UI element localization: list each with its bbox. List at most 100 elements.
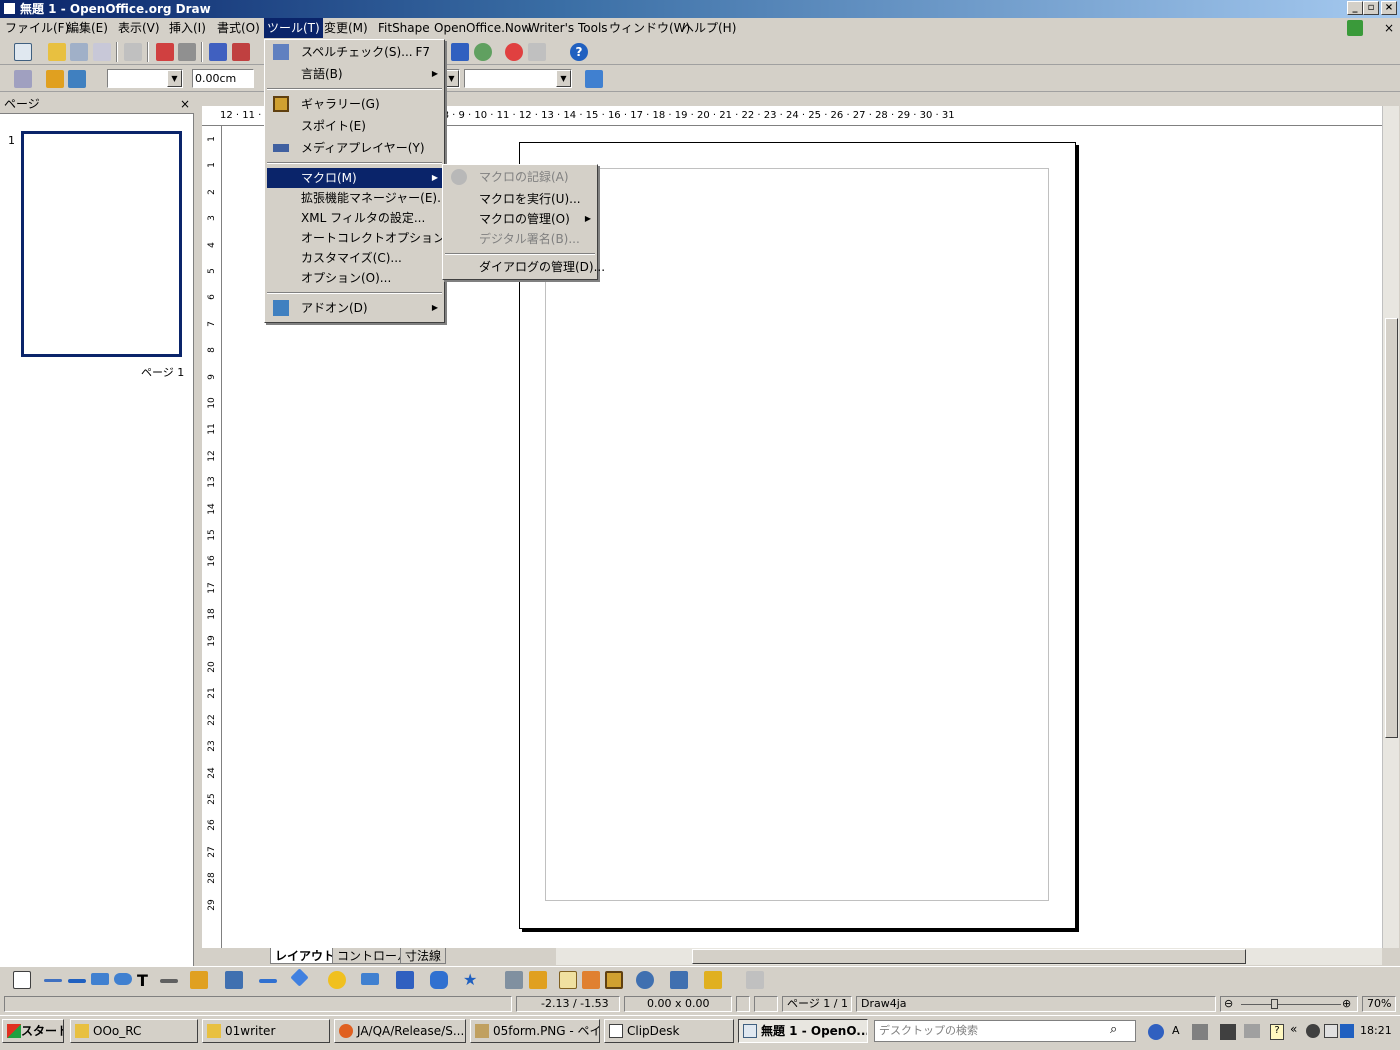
new-document-icon[interactable] — [14, 43, 32, 61]
export-pdf-icon[interactable] — [156, 43, 174, 61]
search-icon[interactable]: ⌕ — [1110, 1022, 1128, 1040]
task-clipdesk[interactable]: ClipDesk — [604, 1019, 734, 1043]
stars-icon[interactable]: ★ — [463, 971, 481, 989]
ellipse-icon[interactable] — [114, 973, 132, 985]
curve-icon[interactable] — [190, 971, 208, 989]
points-icon[interactable] — [505, 971, 523, 989]
select-icon[interactable] — [13, 971, 31, 989]
rectangle-icon[interactable] — [91, 973, 109, 985]
text-icon[interactable]: T — [137, 971, 155, 990]
menu-file[interactable]: ファイル(F) — [2, 18, 72, 38]
zoom-in-icon[interactable]: ⊕ — [1342, 997, 1351, 1011]
spellcheck-icon[interactable] — [209, 43, 227, 61]
menu-tools[interactable]: ツール(T) — [264, 18, 323, 38]
tray-pen-icon[interactable] — [1220, 1024, 1236, 1040]
vertical-ruler[interactable]: 1 1 2 3 4 5 6 7 8 9 10 11 12 13 14 15 16 17 18 19 20 21 22 23 24… — [202, 126, 222, 948]
arrange-icon[interactable] — [704, 971, 722, 989]
rotate-icon[interactable] — [636, 971, 654, 989]
shadow-icon[interactable] — [585, 70, 603, 88]
menu-format[interactable]: 書式(O) — [214, 18, 263, 38]
task-ooo-rc[interactable]: OOo_RC — [70, 1019, 198, 1043]
task-01writer[interactable]: 01writer — [202, 1019, 330, 1043]
chart-icon[interactable] — [451, 43, 469, 61]
gallery-toolbar-icon[interactable] — [605, 971, 623, 989]
tray-help-icon[interactable]: ? — [1270, 1024, 1284, 1040]
symbol-shapes-icon[interactable] — [328, 971, 346, 989]
tray-book-icon[interactable] — [1324, 1024, 1338, 1038]
menu-item-organize-macros[interactable]: マクロの管理(O) ▶ — [445, 209, 595, 229]
area-style-select[interactable]: ▼ — [464, 69, 572, 88]
menu-item-media-player[interactable]: メディアプレイヤー(Y) — [267, 138, 442, 158]
vertical-scroll-thumb[interactable] — [1385, 318, 1398, 738]
draw-functions-icon[interactable] — [505, 43, 523, 61]
menu-item-spellcheck[interactable]: スペルチェック(S)... F7 — [267, 42, 442, 62]
navigator-icon[interactable] — [474, 43, 492, 61]
menu-item-addons[interactable]: アドオン(D) ▶ — [267, 298, 442, 318]
tray-globe-icon[interactable] — [1148, 1024, 1164, 1040]
desktop-search-input[interactable]: デスクトップの検索 — [874, 1020, 1136, 1042]
menu-help[interactable]: ヘルプ(H) — [679, 18, 739, 38]
line-icon[interactable] — [46, 70, 64, 88]
edit-file-icon[interactable] — [124, 43, 142, 61]
insert-image-icon[interactable] — [582, 971, 600, 989]
task-firefox[interactable]: JA/QA/Release/S... — [334, 1019, 466, 1043]
open-icon[interactable] — [48, 43, 66, 61]
tray-search-icon[interactable] — [1306, 1024, 1320, 1038]
vertical-scrollbar[interactable] — [1382, 106, 1399, 948]
minimize-button[interactable]: _ — [1347, 1, 1363, 15]
tab-dimension-lines[interactable]: 寸法線 — [400, 948, 447, 964]
tray-network-icon[interactable] — [1340, 1024, 1354, 1038]
menu-item-xml-filter[interactable]: XML フィルタの設定... — [267, 208, 442, 228]
menu-insert[interactable]: 挿入(I) — [166, 18, 209, 38]
close-document-icon[interactable]: × — [1384, 18, 1394, 39]
save-icon[interactable] — [70, 43, 88, 61]
menu-item-run-macro[interactable]: マクロを実行(U)... — [445, 189, 595, 209]
update-icon[interactable] — [1347, 20, 1363, 36]
zoom-slider-handle[interactable] — [1271, 999, 1278, 1009]
zoom-icon[interactable] — [528, 43, 546, 61]
arrow-style-icon[interactable] — [68, 70, 86, 88]
flowchart-icon[interactable] — [396, 971, 414, 989]
tray-keyboard-icon[interactable] — [1244, 1024, 1260, 1038]
menu-item-customize[interactable]: カスタマイズ(C)... — [267, 248, 442, 268]
menu-item-eyedropper[interactable]: スポイト(E) — [267, 116, 442, 136]
close-pane-icon[interactable]: × — [180, 94, 190, 114]
menu-writers-tools[interactable]: Writer's Tools — [525, 18, 611, 38]
tray-expand-icon[interactable]: « — [1290, 1022, 1297, 1036]
status-insert-mode[interactable] — [736, 996, 750, 1012]
horizontal-scrollbar[interactable] — [556, 948, 1382, 965]
horizontal-scroll-thumb[interactable] — [692, 949, 1246, 964]
autospellcheck-icon[interactable] — [232, 43, 250, 61]
glue-points-icon[interactable] — [529, 971, 547, 989]
connector-line-icon[interactable] — [160, 979, 178, 983]
extrusion-icon[interactable] — [746, 971, 764, 989]
alignment-icon[interactable] — [670, 971, 688, 989]
status-selection-mode[interactable] — [754, 996, 778, 1012]
maximize-button[interactable]: ▫ — [1363, 1, 1379, 15]
lines-arrows-icon[interactable] — [259, 979, 277, 983]
line-arrow-icon[interactable] — [68, 979, 86, 983]
status-zoom[interactable]: 70% — [1362, 996, 1396, 1012]
menu-edit[interactable]: 編集(E) — [64, 18, 111, 38]
fontwork-icon[interactable] — [559, 971, 577, 989]
callouts-icon[interactable] — [430, 971, 448, 989]
menu-item-options[interactable]: オプション(O)... — [267, 268, 442, 288]
connector-icon[interactable] — [225, 971, 243, 989]
menu-item-autocorrect[interactable]: オートコレクトオプション(A)... — [267, 228, 474, 248]
styles-icon[interactable] — [14, 70, 32, 88]
tray-tools-icon[interactable] — [1192, 1024, 1208, 1040]
zoom-out-icon[interactable]: ⊖ — [1224, 997, 1233, 1011]
email-icon[interactable] — [93, 43, 111, 61]
menu-view[interactable]: 表示(V) — [115, 18, 163, 38]
help-icon[interactable]: ? — [570, 43, 588, 61]
print-icon[interactable] — [178, 43, 196, 61]
app-icon[interactable] — [3, 2, 16, 15]
menu-fitshape[interactable]: FitShape — [375, 18, 433, 38]
page-thumbnail[interactable] — [21, 131, 182, 357]
tray-ime-icon[interactable]: A — [1172, 1024, 1186, 1040]
menu-modify[interactable]: 変更(M) — [321, 18, 371, 38]
zoom-slider[interactable]: ⊖ ⊕ — [1220, 996, 1358, 1012]
line-tool-icon[interactable] — [44, 979, 62, 982]
close-button[interactable]: × — [1381, 1, 1397, 15]
menu-item-gallery[interactable]: ギャラリー(G) — [267, 94, 442, 114]
